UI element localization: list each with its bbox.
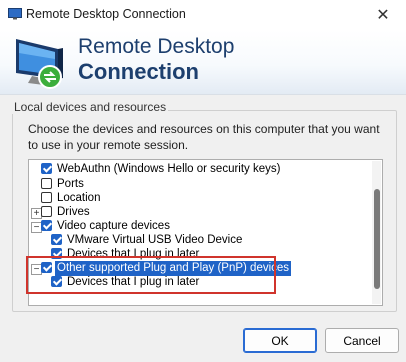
monitor-icon (12, 35, 82, 91)
banner-title-line2: Connection (78, 59, 199, 84)
group-title: Local devices and resources (12, 100, 169, 114)
checkbox[interactable] (51, 234, 62, 245)
tree-item-pnp-later[interactable]: Devices that I plug in later (29, 275, 369, 290)
checkbox[interactable] (51, 248, 62, 259)
tree-item-vmware-video[interactable]: VMware Virtual USB Video Device (29, 233, 369, 248)
checkbox[interactable] (41, 178, 52, 189)
tree-item-label: Other supported Plug and Play (PnP) devi… (55, 261, 292, 276)
tree-item-webauthn[interactable]: WebAuthn (Windows Hello or security keys… (29, 162, 369, 177)
tree-item-video-capture[interactable]: − Video capture devices (29, 219, 369, 234)
scrollbar-thumb[interactable] (374, 189, 380, 289)
tree-item-label: Drives (57, 206, 90, 218)
tree-item-label: Devices that I plug in later (67, 248, 200, 260)
tree-item-video-later[interactable]: Devices that I plug in later (29, 247, 369, 262)
tree-item-location[interactable]: Location (29, 191, 369, 206)
tree-item-ports[interactable]: Ports (29, 177, 369, 192)
tree-item-pnp-devices[interactable]: − Other supported Plug and Play (PnP) de… (29, 261, 369, 276)
tree-item-label: Devices that I plug in later (67, 276, 200, 288)
banner: Remote Desktop Connection (0, 30, 406, 95)
title-bar: Remote Desktop Connection ✕ (0, 0, 406, 30)
tree-item-label: Location (57, 192, 101, 204)
close-icon[interactable]: ✕ (366, 3, 400, 27)
footer: OK Cancel (0, 318, 406, 362)
checkbox[interactable] (41, 220, 52, 231)
banner-title-line1: Remote Desktop (78, 35, 235, 58)
tree-item-drives[interactable]: + Drives (29, 205, 369, 220)
group-description: Choose the devices and resources on this… (28, 122, 380, 152)
tree-item-label: Ports (57, 178, 84, 190)
remote-desktop-icon (8, 8, 22, 20)
tree-item-label: WebAuthn (Windows Hello or security keys… (57, 163, 281, 175)
remote-desktop-window: Remote Desktop Connection ✕ Remote Deskt… (0, 0, 406, 362)
checkbox[interactable] (41, 206, 52, 217)
tree-item-label: Video capture devices (57, 220, 170, 232)
window-title: Remote Desktop Connection (26, 7, 186, 21)
ok-button[interactable]: OK (243, 328, 317, 353)
tree-item-label: VMware Virtual USB Video Device (67, 234, 243, 246)
checkbox[interactable] (41, 192, 52, 203)
checkbox[interactable] (41, 262, 52, 273)
device-tree[interactable]: WebAuthn (Windows Hello or security keys… (28, 159, 383, 306)
vertical-scrollbar[interactable] (372, 161, 381, 304)
checkbox[interactable] (41, 163, 52, 174)
checkbox[interactable] (51, 276, 62, 287)
cancel-button[interactable]: Cancel (325, 328, 399, 353)
